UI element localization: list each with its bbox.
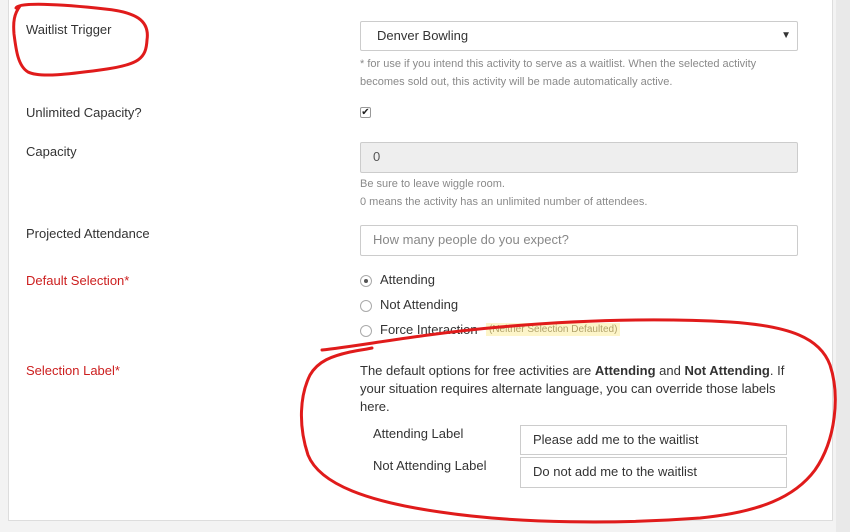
annotation-overlay	[12, 2, 837, 524]
annotation-circle-waitlist	[12, 2, 149, 77]
annotation-circle-selection	[300, 318, 837, 524]
